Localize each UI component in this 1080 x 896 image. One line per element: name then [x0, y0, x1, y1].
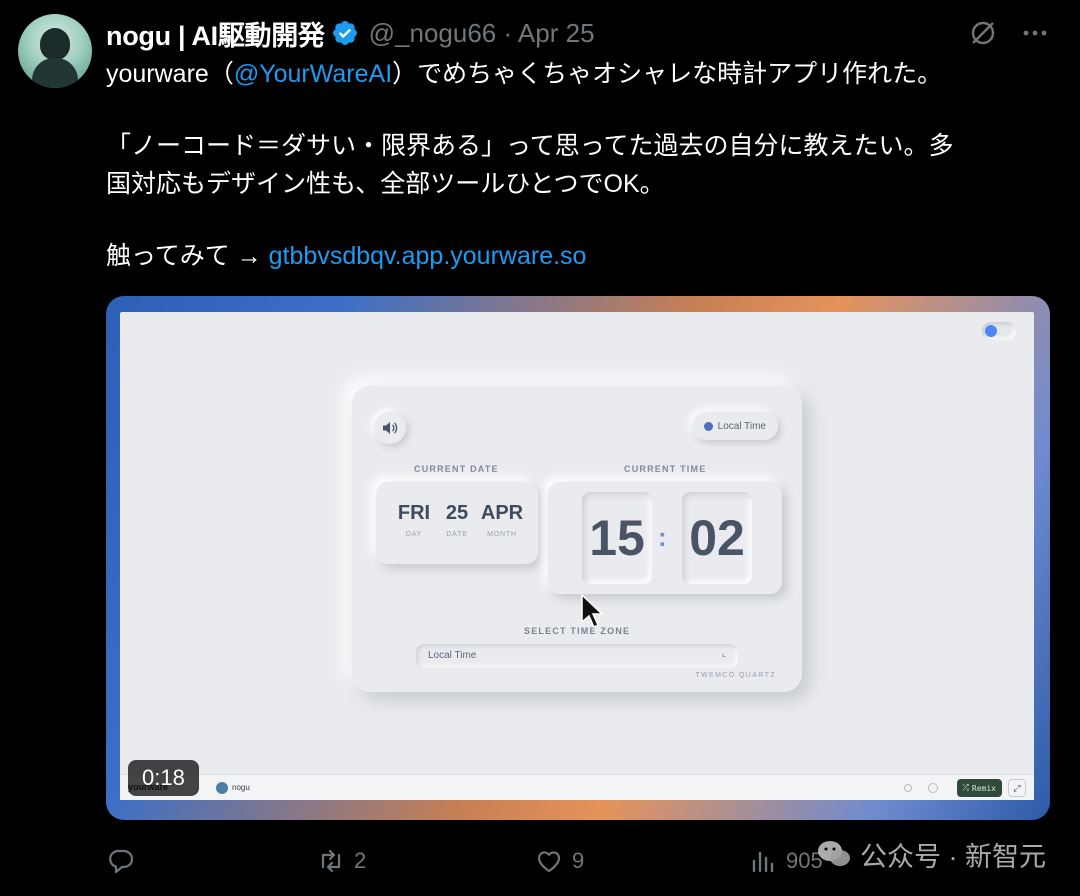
views-button[interactable]: 905	[748, 838, 823, 884]
grok-icon[interactable]	[968, 18, 998, 48]
month-sub-label: MONTH	[487, 531, 517, 538]
author-avatar[interactable]	[18, 14, 92, 88]
select-timezone-label: SELECT TIME ZONE	[524, 626, 631, 636]
tweet-text-line-3: 国対応もデザイン性も、全部ツールひとつでOK。	[106, 170, 665, 198]
tweet-header: nogu | AI駆動開発 @_nogu66 · Apr 25	[106, 14, 595, 53]
globe-icon	[703, 421, 713, 431]
expand-icon: ⤢	[1008, 779, 1026, 797]
tweet-text-line-4: 触ってみて → gtbbvsdbqv.app.yourware.so	[106, 238, 586, 274]
remix-label: Remix	[971, 783, 996, 793]
day-sub-label: DAY	[405, 531, 423, 538]
timezone-select: Local Time ⌞	[416, 644, 738, 668]
day-value: FRI	[397, 502, 431, 524]
time-display: 15 : 02	[548, 482, 782, 594]
timezone-badge-label: Local Time	[717, 420, 766, 432]
timezone-select-value: Local Time	[428, 650, 477, 661]
video-player[interactable]: Local Time CURRENT DATE CURRENT TIME FRI…	[106, 296, 1050, 820]
repost-count: 2	[354, 848, 367, 873]
preview-bottom-bar: yourware nogu ⤮ Remix ⤢	[120, 774, 1034, 800]
brand-label: TWEMCO QUARTZ	[695, 672, 776, 679]
verified-badge-icon	[332, 21, 357, 45]
settings-icon	[928, 783, 938, 793]
remix-button: ⤮ Remix	[956, 779, 1002, 797]
mouse-cursor-icon	[581, 594, 604, 629]
minutes-display: 02	[682, 492, 752, 584]
tweet-text: yourware（	[106, 60, 234, 88]
date-column: 25 DATE	[440, 502, 474, 538]
speaker-icon	[383, 422, 398, 434]
watermark-text: 公众号 · 新智元	[860, 841, 1046, 872]
toggle-knob	[985, 325, 997, 337]
tweet-text-line-2: 「ノーコード＝ダサい・限界ある」って思ってた過去の自分に教えたい。多	[106, 132, 954, 160]
date-value: 25	[445, 502, 469, 524]
theme-toggle	[982, 322, 1016, 340]
current-time-label: CURRENT TIME	[624, 464, 707, 474]
more-options-icon[interactable]	[1020, 18, 1050, 48]
shuffle-icon: ⤮	[962, 783, 969, 792]
date-display: FRI DAY 25 DATE APR MONTH	[376, 482, 538, 564]
day-column: FRI DAY	[394, 502, 434, 538]
header-actions	[968, 16, 1050, 50]
repost-button[interactable]: 2	[316, 838, 366, 884]
mention-link[interactable]: @YourWareAI	[234, 60, 392, 88]
wechat-watermark: 公众号 · 新智元	[816, 834, 1046, 874]
app-url-link[interactable]: gtbbvsdbqv.app.yourware.so	[269, 242, 587, 270]
avatar-body	[32, 58, 78, 88]
hours-display: 15	[582, 492, 652, 584]
sound-button	[374, 412, 406, 444]
tweet-text: ）でめちゃくちゃオシャレな時計アプリ作れた。	[392, 60, 943, 88]
user-name: nogu	[232, 783, 250, 792]
user-avatar	[216, 782, 228, 794]
like-count: 9	[572, 848, 585, 873]
month-column: APR MONTH	[478, 502, 526, 538]
author-name[interactable]: nogu | AI駆動開発	[106, 14, 325, 53]
time-colon: :	[658, 522, 667, 552]
tweet-text-line-1: yourware（@YourWareAI）でめちゃくちゃオシャレな時計アプリ作れ…	[106, 56, 942, 92]
wechat-icon	[818, 841, 850, 866]
video-duration-badge: 0:18	[128, 760, 199, 796]
repost-icon	[321, 849, 341, 873]
like-button[interactable]: 9	[534, 838, 584, 884]
date-sub-label: DATE	[446, 531, 468, 538]
month-value: APR	[480, 502, 524, 524]
timezone-badge: Local Time	[691, 412, 778, 440]
reply-button[interactable]	[106, 838, 144, 884]
avatar-head	[40, 28, 70, 60]
video-frame-screen: Local Time CURRENT DATE CURRENT TIME FRI…	[120, 312, 1034, 800]
author-handle-date[interactable]: @_nogu66 · Apr 25	[369, 18, 595, 49]
reply-icon	[109, 849, 134, 874]
heart-icon	[537, 851, 561, 873]
clock-card: Local Time CURRENT DATE CURRENT TIME FRI…	[352, 386, 802, 692]
views-icon	[904, 784, 912, 792]
current-date-label: CURRENT DATE	[414, 464, 499, 474]
views-chart-icon	[752, 851, 774, 873]
tweet-text: 触ってみて →	[106, 242, 269, 270]
chevron-down-icon: ⌞	[721, 648, 726, 658]
